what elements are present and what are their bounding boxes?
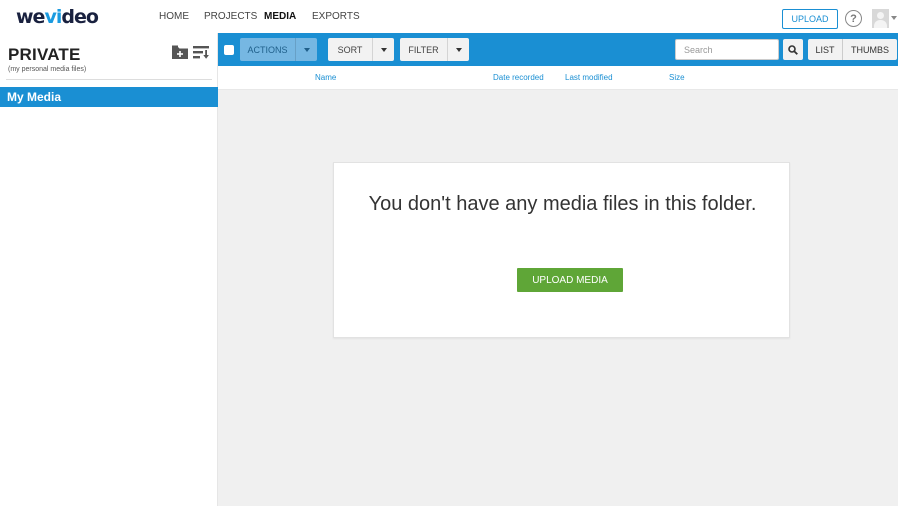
column-name[interactable]: Name [315, 73, 336, 82]
upload-button[interactable]: UPLOAD [782, 9, 838, 29]
chevron-down-icon [372, 38, 394, 61]
search-icon [788, 44, 798, 55]
view-toggle: LIST THUMBS [808, 39, 897, 60]
chevron-down-icon [447, 38, 469, 61]
upload-media-button[interactable]: UPLOAD MEDIA [517, 268, 623, 292]
add-folder-icon[interactable] [172, 45, 188, 59]
sidebar-title: PRIVATE [8, 45, 81, 64]
sort-icon[interactable] [193, 46, 209, 59]
help-icon[interactable]: ? [845, 10, 862, 27]
sidebar-item-my-media[interactable]: My Media [0, 87, 218, 107]
filter-label: FILTER [400, 38, 447, 61]
avatar-head [877, 12, 884, 19]
column-last-modified[interactable]: Last modified [565, 73, 613, 82]
sort-label: SORT [328, 38, 372, 61]
sidebar-subtitle: (my personal media files) [8, 66, 87, 73]
search-button[interactable] [783, 39, 803, 60]
actions-label: ACTIONS [240, 38, 295, 61]
nav-home[interactable]: HOME [159, 11, 189, 22]
nav-exports[interactable]: EXPORTS [312, 11, 360, 22]
sort-dropdown[interactable]: SORT [328, 38, 394, 61]
avatar[interactable] [872, 9, 889, 28]
media-toolbar: ACTIONS SORT FILTER LIST THUMBS [218, 33, 898, 66]
column-date-recorded[interactable]: Date recorded [493, 73, 544, 82]
media-area: You don't have any media files in this f… [218, 90, 898, 506]
filter-dropdown[interactable]: FILTER [400, 38, 469, 61]
thumbs-view-button[interactable]: THUMBS [843, 39, 897, 60]
nav-media[interactable]: MEDIA [264, 11, 296, 22]
search-input[interactable] [675, 39, 779, 60]
chevron-down-icon[interactable] [891, 16, 897, 20]
column-size[interactable]: Size [669, 73, 685, 82]
select-all-checkbox[interactable] [224, 45, 234, 55]
empty-state-message: You don't have any media files in this f… [368, 193, 757, 215]
top-bar: we vi deo HOME PROJECTS MEDIA EXPORTS UPLO… [0, 0, 898, 33]
sidebar-divider [6, 79, 212, 80]
nav-projects[interactable]: PROJECTS [204, 11, 257, 22]
list-view-button[interactable]: LIST [808, 39, 843, 60]
wevideo-logo[interactable]: we vi deo [16, 7, 99, 27]
avatar-body [874, 20, 887, 28]
column-headers: Name Date recorded Last modified Size [218, 66, 898, 90]
empty-state-card: You don't have any media files in this f… [333, 162, 790, 338]
actions-dropdown[interactable]: ACTIONS [240, 38, 317, 61]
sidebar: PRIVATE (my personal media files) My Med… [0, 33, 218, 506]
chevron-down-icon [295, 38, 317, 61]
